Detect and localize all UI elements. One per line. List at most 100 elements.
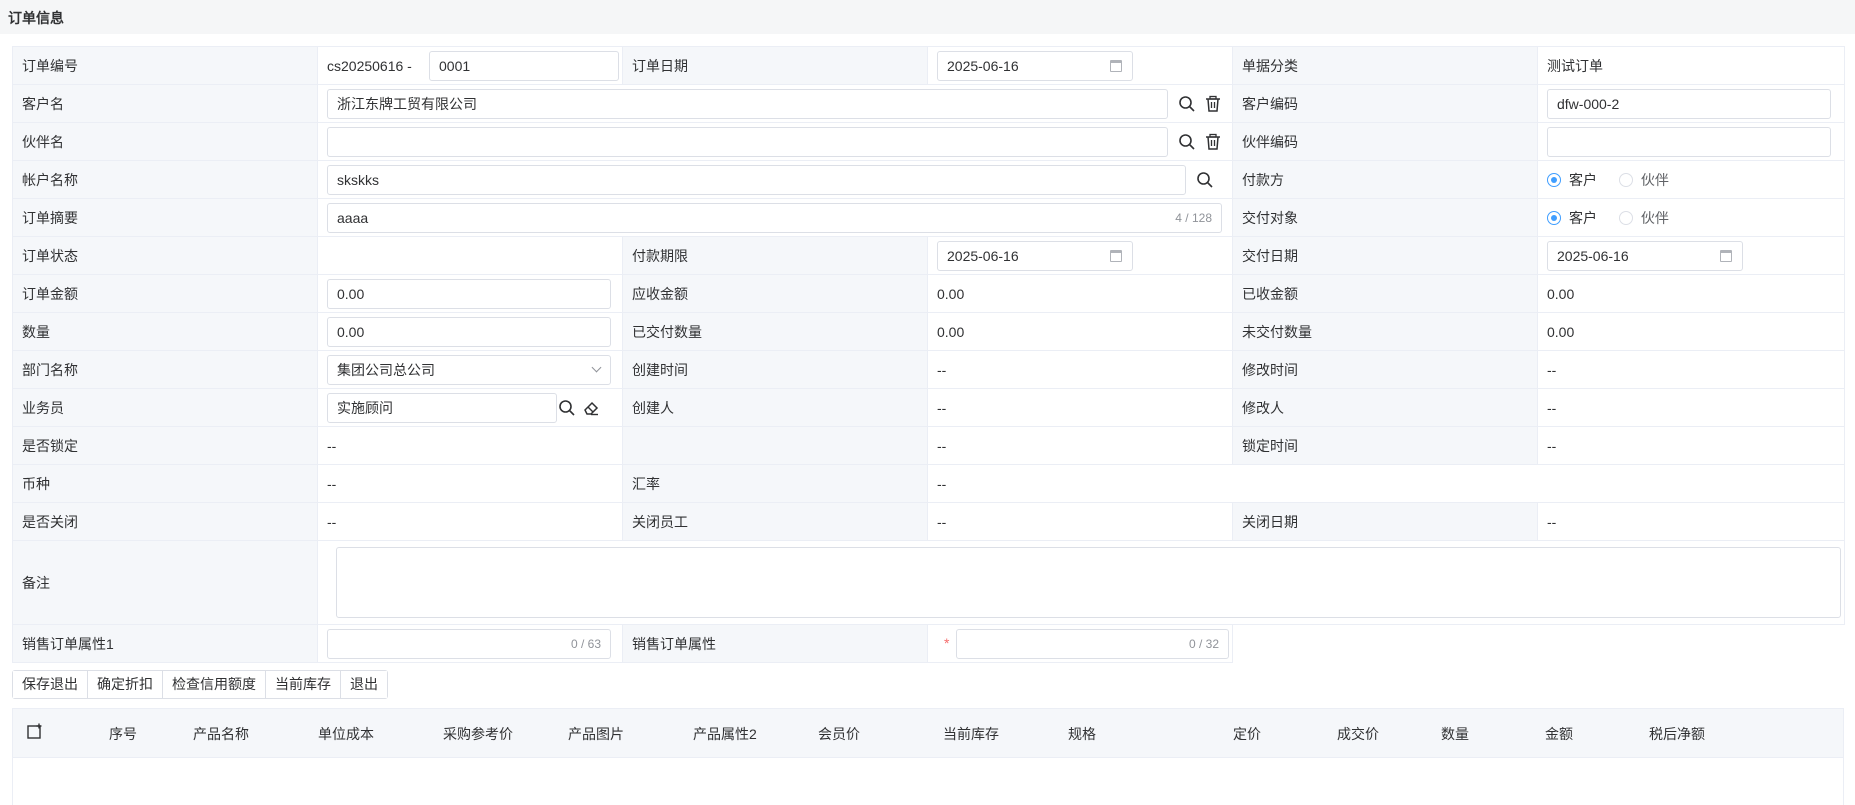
confirm-discount-button[interactable]: 确定折扣 [88, 671, 163, 698]
grid-column-header[interactable]: 金额 [1545, 724, 1573, 744]
created-time-label: 创建时间 [622, 350, 928, 389]
receivable-value: 0.00 [927, 274, 1233, 313]
remarks-textarea[interactable] [336, 547, 1841, 618]
payer-label: 付款方 [1232, 160, 1538, 199]
customer-code-input[interactable]: dfw-000-2 [1547, 88, 1831, 119]
order-summary-label: 订单摘要 [12, 198, 318, 237]
grid-column-header[interactable]: 产品名称 [193, 724, 249, 744]
undelivered-qty-value: 0.00 [1537, 312, 1845, 351]
delivery-radio-customer[interactable]: 客户 [1547, 208, 1597, 228]
payer-radio-customer[interactable]: 客户 [1547, 170, 1597, 190]
modified-time-label: 修改时间 [1232, 350, 1538, 389]
grid-column-header[interactable]: 序号 [109, 724, 137, 744]
created-time-value: -- [927, 350, 1233, 389]
creator-value: -- [927, 388, 1233, 427]
delivered-qty-value: 0.00 [927, 312, 1233, 351]
exit-button[interactable]: 退出 [341, 671, 387, 698]
partner-name-input[interactable] [327, 126, 1168, 157]
modified-time-value: -- [1537, 350, 1845, 389]
received-value: 0.00 [1537, 274, 1845, 313]
radio-unchecked-icon [1618, 210, 1633, 225]
section-title: 订单信息 [8, 10, 64, 26]
order-no-input[interactable]: 0001 [429, 51, 619, 81]
creator-label: 创建人 [622, 388, 928, 427]
current-stock-button[interactable]: 当前库存 [266, 671, 341, 698]
account-name-input[interactable]: skskks [327, 164, 1186, 195]
partner-code-label: 伙伴编码 [1232, 122, 1538, 161]
customer-code-label: 客户编码 [1232, 84, 1538, 123]
grid-column-header[interactable]: 当前库存 [943, 724, 999, 744]
order-date-label: 订单日期 [622, 46, 928, 85]
delete-icon[interactable] [1204, 95, 1222, 113]
delete-icon[interactable] [1204, 133, 1222, 151]
required-mark: * [944, 635, 950, 651]
empty-cell [1232, 624, 1845, 663]
action-toolbar: 保存退出 确定折扣 检查信用额度 当前库存 退出 [12, 670, 388, 699]
closed-by-label: 关闭员工 [622, 502, 928, 541]
grid-column-header[interactable]: 采购参考价 [443, 724, 513, 744]
order-summary-input[interactable]: aaaa 4 / 128 [327, 202, 1222, 233]
department-label: 部门名称 [12, 350, 318, 389]
salesperson-input[interactable]: 实施顾问 [327, 392, 557, 423]
close-date-label: 关闭日期 [1232, 502, 1538, 541]
grid-column-header[interactable]: 税后净额 [1649, 724, 1705, 744]
calendar-icon [1110, 59, 1122, 72]
order-status-value [317, 236, 623, 275]
product-grid: 序号 产品名称 单位成本 采购参考价 产品图片 产品属性2 会员价 当前库存 规… [12, 708, 1844, 805]
grid-column-header[interactable]: 规格 [1068, 724, 1096, 744]
exchange-rate-label: 汇率 [622, 464, 928, 503]
delivery-date-label: 交付日期 [1232, 236, 1538, 275]
check-credit-button[interactable]: 检查信用额度 [163, 671, 266, 698]
grid-column-header[interactable]: 产品图片 [568, 724, 624, 744]
search-icon[interactable] [1178, 133, 1196, 151]
modifier-label: 修改人 [1232, 388, 1538, 427]
eraser-icon[interactable] [582, 399, 600, 417]
modifier-value: -- [1537, 388, 1845, 427]
sales-attr1-label: 销售订单属性1 [12, 624, 318, 663]
order-date-input[interactable]: 2025-06-16 [937, 50, 1133, 81]
is-locked-value: -- [317, 426, 623, 465]
search-icon[interactable] [1178, 95, 1196, 113]
payer-radio-partner[interactable]: 伙伴 [1618, 170, 1669, 190]
grid-column-header[interactable]: 成交价 [1337, 724, 1379, 744]
order-amount-input[interactable]: 0.00 [327, 278, 611, 309]
department-select[interactable]: 集团公司总公司 [327, 354, 611, 385]
customer-name-input[interactable]: 浙江东牌工贸有限公司 [327, 88, 1168, 119]
sales-attr1-input[interactable]: 0 / 63 [327, 628, 611, 659]
is-closed-value: -- [317, 502, 623, 541]
delivery-radio-partner[interactable]: 伙伴 [1618, 208, 1669, 228]
is-locked-label: 是否锁定 [12, 426, 318, 465]
grid-column-header[interactable]: 会员价 [818, 724, 860, 744]
grid-column-header[interactable]: 数量 [1441, 724, 1469, 744]
section-header: 订单信息 [0, 0, 1855, 34]
quantity-input[interactable]: 0.00 [327, 316, 611, 347]
payment-deadline-input[interactable]: 2025-06-16 [937, 240, 1133, 271]
sales-attr-input[interactable]: 0 / 32 [956, 629, 1229, 659]
radio-checked-icon [1547, 210, 1561, 225]
order-status-label: 订单状态 [12, 236, 318, 275]
is-closed-label: 是否关闭 [12, 502, 318, 541]
doc-category-label: 单据分类 [1232, 46, 1538, 85]
grid-column-header[interactable]: 单位成本 [318, 724, 374, 744]
lock-time-value: -- [1537, 426, 1845, 465]
salesperson-label: 业务员 [12, 388, 318, 427]
radio-unchecked-icon [1618, 172, 1633, 187]
grid-header: 序号 产品名称 单位成本 采购参考价 产品图片 产品属性2 会员价 当前库存 规… [13, 709, 1843, 758]
account-name-label: 帐户名称 [12, 160, 318, 199]
blank-label [622, 426, 928, 465]
grid-column-header[interactable]: 定价 [1233, 724, 1261, 744]
chevron-down-icon [591, 362, 602, 372]
exchange-rate-value: -- [927, 464, 1845, 503]
grid-column-header[interactable]: 产品属性2 [693, 724, 757, 744]
add-column-icon[interactable] [27, 723, 43, 739]
partner-code-input[interactable] [1547, 126, 1831, 157]
char-counter: 4 / 128 [1175, 210, 1212, 225]
currency-label: 币种 [12, 464, 318, 503]
search-icon[interactable] [558, 399, 576, 417]
sales-attr-label: 销售订单属性 [622, 624, 928, 663]
save-exit-button[interactable]: 保存退出 [13, 671, 88, 698]
calendar-icon [1720, 249, 1732, 262]
search-icon[interactable] [1196, 171, 1214, 189]
delivery-date-input[interactable]: 2025-06-16 [1547, 240, 1743, 271]
order-form: 订单编号 cs20250616 - 0001 订单日期 2025-06-16 单… [12, 46, 1845, 663]
